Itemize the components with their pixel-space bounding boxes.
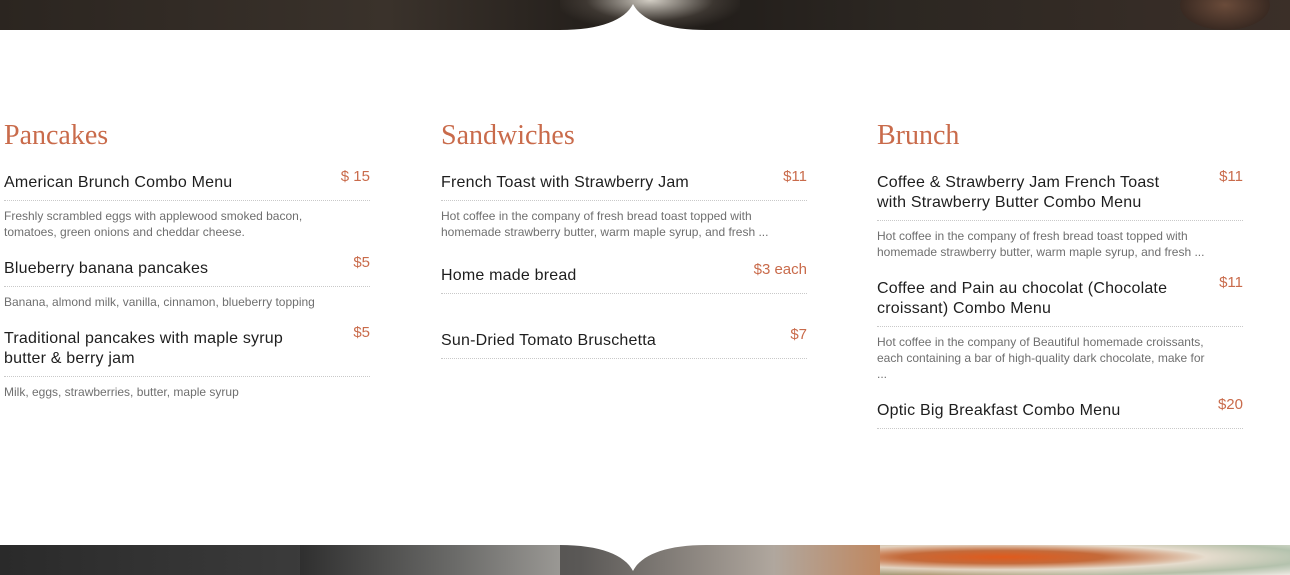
menu-item-description: Banana, almond milk, vanilla, cinnamon, … — [4, 295, 315, 309]
section-title: Pancakes — [4, 120, 109, 151]
menu-item-price: $5 — [353, 254, 370, 271]
menu-item: Home made bread $3 each — [441, 261, 807, 294]
menu-item-price: $5 — [353, 324, 370, 341]
menu-item-header: Coffee and Pain au chocolat (Chocolate c… — [877, 274, 1243, 327]
menu-section-brunch: Brunch Coffee & Strawberry Jam French To… — [877, 118, 1243, 429]
menu-item-description: Hot coffee in the company of Beautiful h… — [877, 335, 1205, 381]
menu-item-header: American Brunch Combo Menu $ 15 — [4, 168, 370, 201]
menu-item-price: $ 15 — [340, 168, 370, 185]
menu-item-header: Blueberry banana pancakes $5 — [4, 254, 370, 287]
top-notch-divider — [560, 4, 706, 30]
menu-item-header: Sun-Dried Tomato Bruschetta $7 — [441, 326, 807, 359]
menu-item-header: Optic Big Breakfast Combo Menu $20 — [877, 396, 1243, 429]
menu-item-name: Coffee & Strawberry Jam French Toast wit… — [877, 174, 1160, 211]
menu-item-name: Traditional pancakes with maple syrup bu… — [4, 330, 283, 367]
menu-item-price: $11 — [1219, 168, 1243, 185]
menu-item: Traditional pancakes with maple syrup bu… — [4, 324, 370, 400]
menu-item: Optic Big Breakfast Combo Menu $20 — [877, 396, 1243, 429]
menu-section-pancakes: Pancakes American Brunch Combo Menu $ 15… — [4, 118, 370, 400]
menu-item-name: Sun-Dried Tomato Bruschetta — [441, 332, 656, 349]
menu-item-price: $11 — [783, 168, 807, 185]
menu-item: Blueberry banana pancakes $5 Banana, alm… — [4, 254, 370, 310]
menu-item: Sun-Dried Tomato Bruschetta $7 — [441, 326, 807, 359]
menu-item: French Toast with Strawberry Jam $11 Hot… — [441, 168, 807, 240]
menu-item-price: $3 each — [753, 261, 807, 278]
menu-item-header: Traditional pancakes with maple syrup bu… — [4, 324, 370, 377]
menu-item-name: Home made bread — [441, 267, 577, 284]
menu-item-price: $7 — [790, 326, 807, 343]
menu-item-name: French Toast with Strawberry Jam — [441, 174, 689, 191]
section-title: Sandwiches — [441, 120, 575, 151]
menu-item: Coffee & Strawberry Jam French Toast wit… — [877, 168, 1243, 260]
menu-item-description: Hot coffee in the company of fresh bread… — [877, 229, 1205, 259]
menu-item-header: Coffee & Strawberry Jam French Toast wit… — [877, 168, 1243, 221]
menu-section-sandwiches: Sandwiches French Toast with Strawberry … — [441, 118, 807, 359]
menu-item-header: French Toast with Strawberry Jam $11 — [441, 168, 807, 201]
menu-item-header: Home made bread $3 each — [441, 261, 807, 294]
menu-item-description: Freshly scrambled eggs with applewood sm… — [4, 209, 303, 239]
menu-item-description: Hot coffee in the company of fresh bread… — [441, 209, 769, 239]
menu-item-name: Blueberry banana pancakes — [4, 260, 209, 277]
menu-item: Coffee and Pain au chocolat (Chocolate c… — [877, 274, 1243, 382]
menu-item-name: Coffee and Pain au chocolat (Chocolate c… — [877, 280, 1168, 317]
menu-item-description: Milk, eggs, strawberries, butter, maple … — [4, 385, 239, 399]
menu-item-name: American Brunch Combo Menu — [4, 174, 233, 191]
section-title: Brunch — [877, 120, 960, 151]
menu-item-price: $20 — [1217, 396, 1243, 413]
menu-item-name: Optic Big Breakfast Combo Menu — [877, 402, 1121, 419]
menu-item: American Brunch Combo Menu $ 15 Freshly … — [4, 168, 370, 240]
bottom-notch-divider — [560, 545, 706, 571]
menu-item-price: $11 — [1219, 274, 1243, 291]
